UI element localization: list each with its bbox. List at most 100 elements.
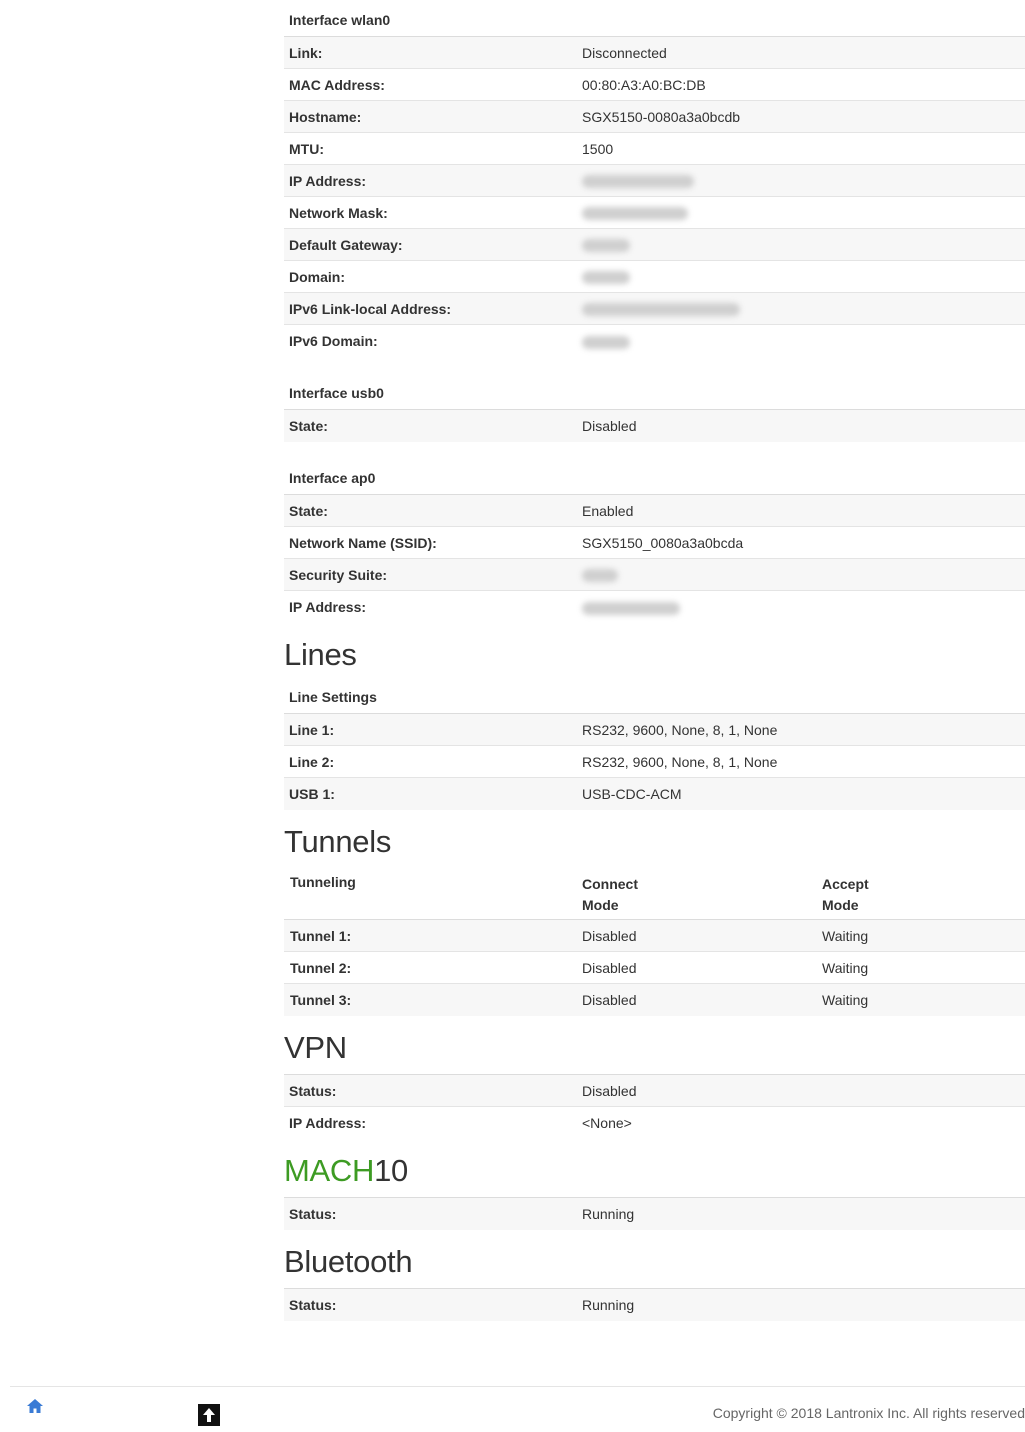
table-row: Line 2: RS232, 9600, None, 8, 1, None — [284, 746, 1025, 778]
col-connect-mode: Connect Mode — [582, 874, 822, 916]
mach10-table: Status: Running — [284, 1197, 1025, 1230]
table-row: Network Name (SSID): SGX5150_0080a3a0bcd… — [284, 527, 1025, 559]
redacted-value — [582, 269, 1025, 285]
row-label: Domain: — [289, 268, 345, 285]
row-label: IPv6 Domain: — [289, 333, 378, 349]
col-accept-line1: Accept — [822, 876, 869, 892]
table-row: MTU: 1500 — [284, 133, 1025, 165]
tunnel-accept: Waiting — [822, 959, 869, 976]
tunnel-accept: Waiting — [822, 927, 869, 944]
status-content: Interface wlan0 Link: Disconnected MAC A… — [284, 4, 1025, 1321]
table-row: State: Enabled — [284, 495, 1025, 527]
table-row: IPv6 Domain: — [284, 325, 1025, 357]
tunnel-label: Tunnel 1: — [290, 927, 352, 944]
tunnels-title: Tunnels — [284, 824, 392, 859]
redacted-value — [582, 301, 1025, 317]
row-value: RS232, 9600, None, 8, 1, None — [582, 721, 778, 738]
row-value: Disconnected — [582, 44, 667, 61]
table-row: Status: Running — [284, 1289, 1025, 1321]
row-value: <None> — [582, 1115, 632, 1131]
tunnel-connect: Disabled — [582, 992, 637, 1008]
row-label: Line 1: — [289, 721, 335, 738]
table-row: Network Mask: — [284, 197, 1025, 229]
row-label: State: — [289, 502, 328, 519]
row-label: Status: — [289, 1206, 337, 1222]
table-row: State: Disabled — [284, 410, 1025, 442]
table-row: Tunnel 1: Disabled Waiting — [284, 920, 1025, 952]
table-row: Line 1: RS232, 9600, None, 8, 1, None — [284, 714, 1025, 746]
row-value: SGX5150-0080a3a0bcdb — [582, 108, 741, 125]
row-value: RS232, 9600, None, 8, 1, None — [582, 753, 778, 770]
row-value: Running — [582, 1297, 635, 1313]
tunnel-connect: Disabled — [582, 927, 637, 944]
table-row: Tunnel 3: Disabled Waiting — [284, 984, 1025, 1016]
table-row: Status: Running — [284, 1198, 1025, 1230]
row-label: IP Address: — [289, 599, 367, 615]
line-settings-header: Line Settings — [284, 681, 1025, 714]
interface-usb0-header: Interface usb0 — [284, 377, 1025, 410]
col-connect-line2: Mode — [582, 897, 619, 913]
mach10-title: MACH10 — [284, 1139, 1025, 1197]
table-row: MAC Address: 00:80:A3:A0:BC:DB — [284, 69, 1025, 101]
table-row: IPv6 Link-local Address: — [284, 293, 1025, 325]
col-connect-line1: Connect — [582, 876, 638, 892]
row-label: Status: — [289, 1297, 337, 1313]
lines-table: Line 1: RS232, 9600, None, 8, 1, None Li… — [284, 714, 1025, 810]
redacted-value — [582, 333, 1025, 349]
tunnels-header-row: Tunneling Connect Mode Accept Mode — [284, 868, 1025, 920]
row-label: State: — [289, 418, 328, 434]
table-row: Hostname: SGX5150-0080a3a0bcdb — [284, 101, 1025, 133]
row-label: MAC Address: — [289, 76, 385, 93]
lines-title: Lines — [284, 637, 357, 672]
tunnel-label: Tunnel 2: — [290, 959, 352, 976]
row-label: MTU: — [289, 140, 324, 157]
redacted-value — [582, 599, 1025, 615]
row-label: Default Gateway: — [289, 236, 403, 253]
tunnel-connect: Disabled — [582, 959, 637, 976]
interface-ap0-header: Interface ap0 — [284, 462, 1025, 495]
bluetooth-table: Status: Running — [284, 1288, 1025, 1321]
redacted-value — [582, 173, 1025, 189]
row-value: Enabled — [582, 502, 634, 519]
table-row: Tunnel 2: Disabled Waiting — [284, 952, 1025, 984]
interface-wlan0-header: Interface wlan0 — [284, 4, 1025, 37]
tunnel-label: Tunnel 3: — [290, 992, 352, 1008]
row-value: SGX5150_0080a3a0bcda — [582, 534, 744, 551]
mach10-title-green: MACH — [284, 1153, 375, 1188]
row-label: USB 1: — [289, 786, 335, 802]
table-row: Link: Disconnected — [284, 37, 1025, 69]
arrow-up-icon[interactable] — [198, 1404, 220, 1426]
table-row: Default Gateway: — [284, 229, 1025, 261]
table-row: IP Address: — [284, 591, 1025, 623]
row-value: 00:80:A3:A0:BC:DB — [582, 76, 706, 93]
col-accept-mode: Accept Mode — [822, 874, 869, 916]
table-row: IP Address: <None> — [284, 1107, 1025, 1139]
col-accept-line2: Mode — [822, 897, 859, 913]
ap0-table: State: Enabled Network Name (SSID): SGX5… — [284, 495, 1025, 623]
row-value: 1500 — [582, 140, 614, 157]
row-label: Security Suite: — [289, 566, 388, 583]
row-label: IPv6 Link-local Address: — [289, 300, 452, 317]
usb0-table: State: Disabled — [284, 410, 1025, 442]
table-row: IP Address: — [284, 165, 1025, 197]
row-label: Network Mask: — [289, 204, 388, 221]
row-label: IP Address: — [289, 1115, 367, 1131]
vpn-title: VPN — [284, 1030, 347, 1065]
row-value: Disabled — [582, 1082, 637, 1099]
row-label: Link: — [289, 44, 323, 61]
row-label: IP Address: — [289, 172, 367, 189]
copyright-text: Copyright © 2018 Lantronix Inc. All righ… — [712, 1405, 1025, 1421]
redacted-value — [582, 205, 1025, 221]
wlan0-table: Link: Disconnected MAC Address: 00:80:A3… — [284, 37, 1025, 357]
table-row: USB 1: USB-CDC-ACM — [284, 778, 1025, 810]
tunnel-accept: Waiting — [822, 992, 869, 1008]
bluetooth-title: Bluetooth — [284, 1244, 413, 1279]
home-icon[interactable] — [26, 1398, 44, 1414]
row-value: USB-CDC-ACM — [582, 786, 682, 802]
footer: Copyright © 2018 Lantronix Inc. All righ… — [10, 1386, 1025, 1432]
row-label: Hostname: — [289, 108, 362, 125]
col-tunneling: Tunneling — [290, 874, 356, 890]
table-row: Security Suite: — [284, 559, 1025, 591]
row-label: Status: — [289, 1082, 337, 1099]
row-value: Running — [582, 1206, 635, 1222]
